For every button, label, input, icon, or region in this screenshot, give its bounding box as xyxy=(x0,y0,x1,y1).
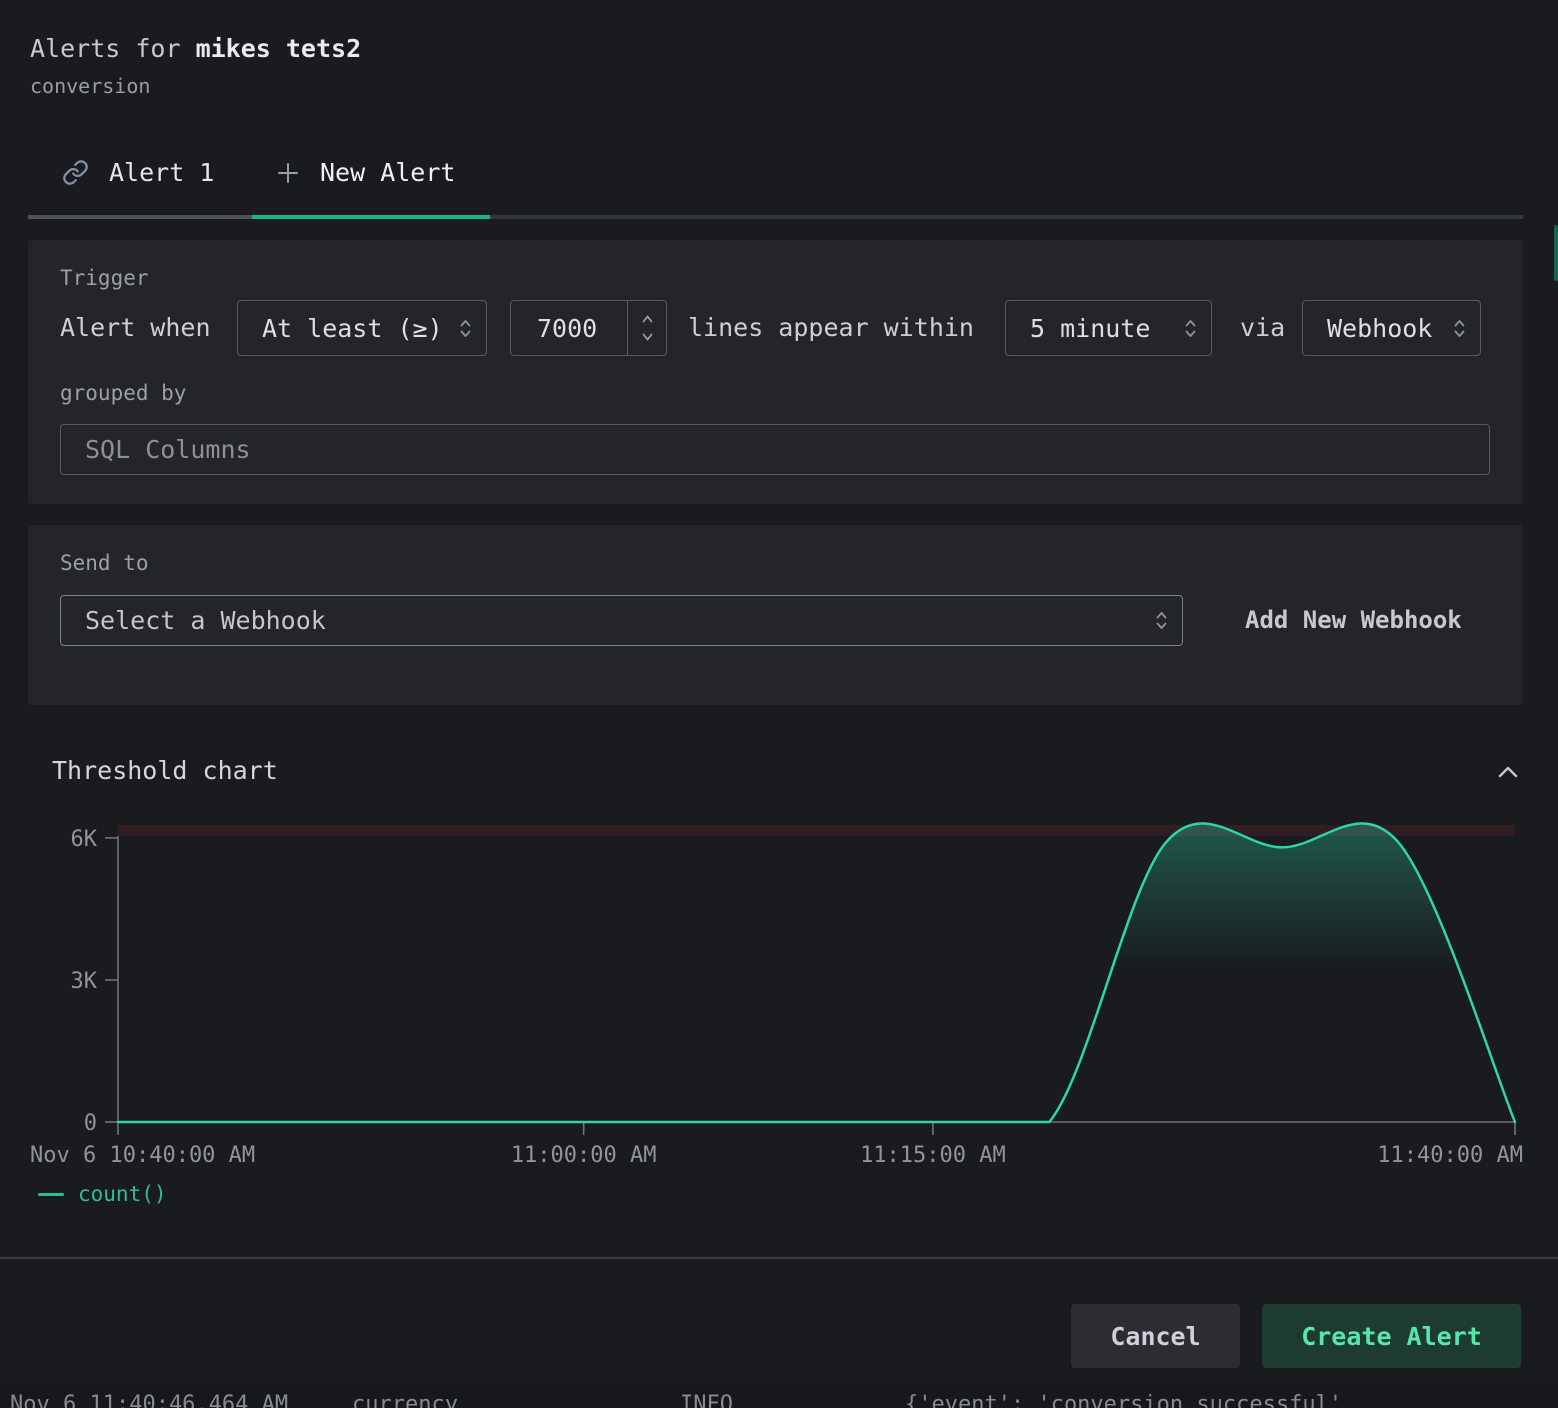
log-row-service: currency xyxy=(352,1392,458,1408)
svg-text:11:40:00 AM: 11:40:00 AM xyxy=(1377,1143,1523,1168)
chevron-updown-icon xyxy=(459,317,472,340)
grouped-by-label: grouped by xyxy=(60,381,186,405)
create-alert-button[interactable]: Create Alert xyxy=(1262,1304,1521,1368)
scrollbar-thumb[interactable] xyxy=(1554,225,1558,281)
cancel-button[interactable]: Cancel xyxy=(1071,1304,1240,1368)
svg-text:3K: 3K xyxy=(71,969,98,994)
chevron-updown-icon xyxy=(1155,609,1168,632)
time-window-select[interactable]: 5 minute xyxy=(1005,300,1212,356)
webhook-select-placeholder: Select a Webhook xyxy=(85,606,326,635)
tab-new-alert-label: New Alert xyxy=(320,158,455,187)
lines-appear-within-label: lines appear within xyxy=(688,300,974,356)
threshold-value-field[interactable] xyxy=(511,301,627,355)
tab-alert-1-underline xyxy=(28,215,252,219)
webhook-select[interactable]: Select a Webhook xyxy=(60,595,1183,646)
tab-alert-1-label: Alert 1 xyxy=(109,158,214,187)
chevron-up-icon xyxy=(1493,771,1523,786)
grouped-by-input[interactable] xyxy=(60,424,1490,475)
threshold-chart-title: Threshold chart xyxy=(52,756,278,785)
condition-select[interactable]: At least (≥) xyxy=(237,300,487,356)
trigger-section-label: Trigger xyxy=(60,266,149,290)
page-title-name: mikes tets2 xyxy=(196,34,362,63)
threshold-spinner[interactable] xyxy=(627,301,666,355)
log-row-level: INFO xyxy=(680,1392,733,1408)
log-row-message: {'event': 'conversion successful' xyxy=(905,1392,1342,1408)
link-icon xyxy=(62,159,89,186)
tab-new-alert-active-underline xyxy=(252,215,490,219)
channel-select[interactable]: Webhook xyxy=(1302,300,1481,356)
alert-modal: Alerts for mikes tets2 conversion Alert … xyxy=(0,0,1558,1408)
svg-text:6K: 6K xyxy=(71,827,98,852)
page-subtitle: conversion xyxy=(30,74,150,98)
add-new-webhook-button[interactable]: Add New Webhook xyxy=(1245,595,1462,646)
svg-text:11:00:00 AM: 11:00:00 AM xyxy=(511,1143,657,1168)
time-window-select-value: 5 minute xyxy=(1030,314,1150,343)
log-row-timestamp: Nov 6 11:40:46.464 AM xyxy=(10,1392,288,1408)
svg-text:0: 0 xyxy=(84,1111,97,1136)
chevron-updown-icon xyxy=(1184,317,1197,340)
plus-icon xyxy=(276,161,300,185)
legend-label: count() xyxy=(78,1182,167,1206)
chevron-updown-icon xyxy=(1453,317,1466,340)
page-title: Alerts for mikes tets2 xyxy=(30,34,361,63)
threshold-number-input[interactable] xyxy=(510,300,667,356)
svg-text:Nov 6 10:40:00 AM: Nov 6 10:40:00 AM xyxy=(30,1143,255,1168)
alert-when-label: Alert when xyxy=(60,300,211,356)
footer-divider xyxy=(0,1257,1558,1259)
svg-text:11:15:00 AM: 11:15:00 AM xyxy=(860,1143,1006,1168)
tab-new-alert[interactable]: New Alert xyxy=(276,158,455,187)
background-log-row: Nov 6 11:40:46.464 AM currency INFO {'ev… xyxy=(0,1383,1558,1408)
collapse-chart-button[interactable] xyxy=(1490,758,1526,788)
legend-line-swatch xyxy=(38,1193,64,1196)
tab-alert-1[interactable]: Alert 1 xyxy=(62,158,214,187)
legend-item-count[interactable]: count() xyxy=(38,1182,167,1206)
send-to-label: Send to xyxy=(60,551,149,575)
threshold-chart-canvas: 0 3K 6K Nov 6 10:40:00 AM 11:00:00 AM 11:15:0… xyxy=(0,800,1558,1180)
condition-select-value: At least (≥) xyxy=(262,314,443,343)
channel-select-value: Webhook xyxy=(1327,314,1432,343)
via-label: via xyxy=(1240,300,1285,356)
